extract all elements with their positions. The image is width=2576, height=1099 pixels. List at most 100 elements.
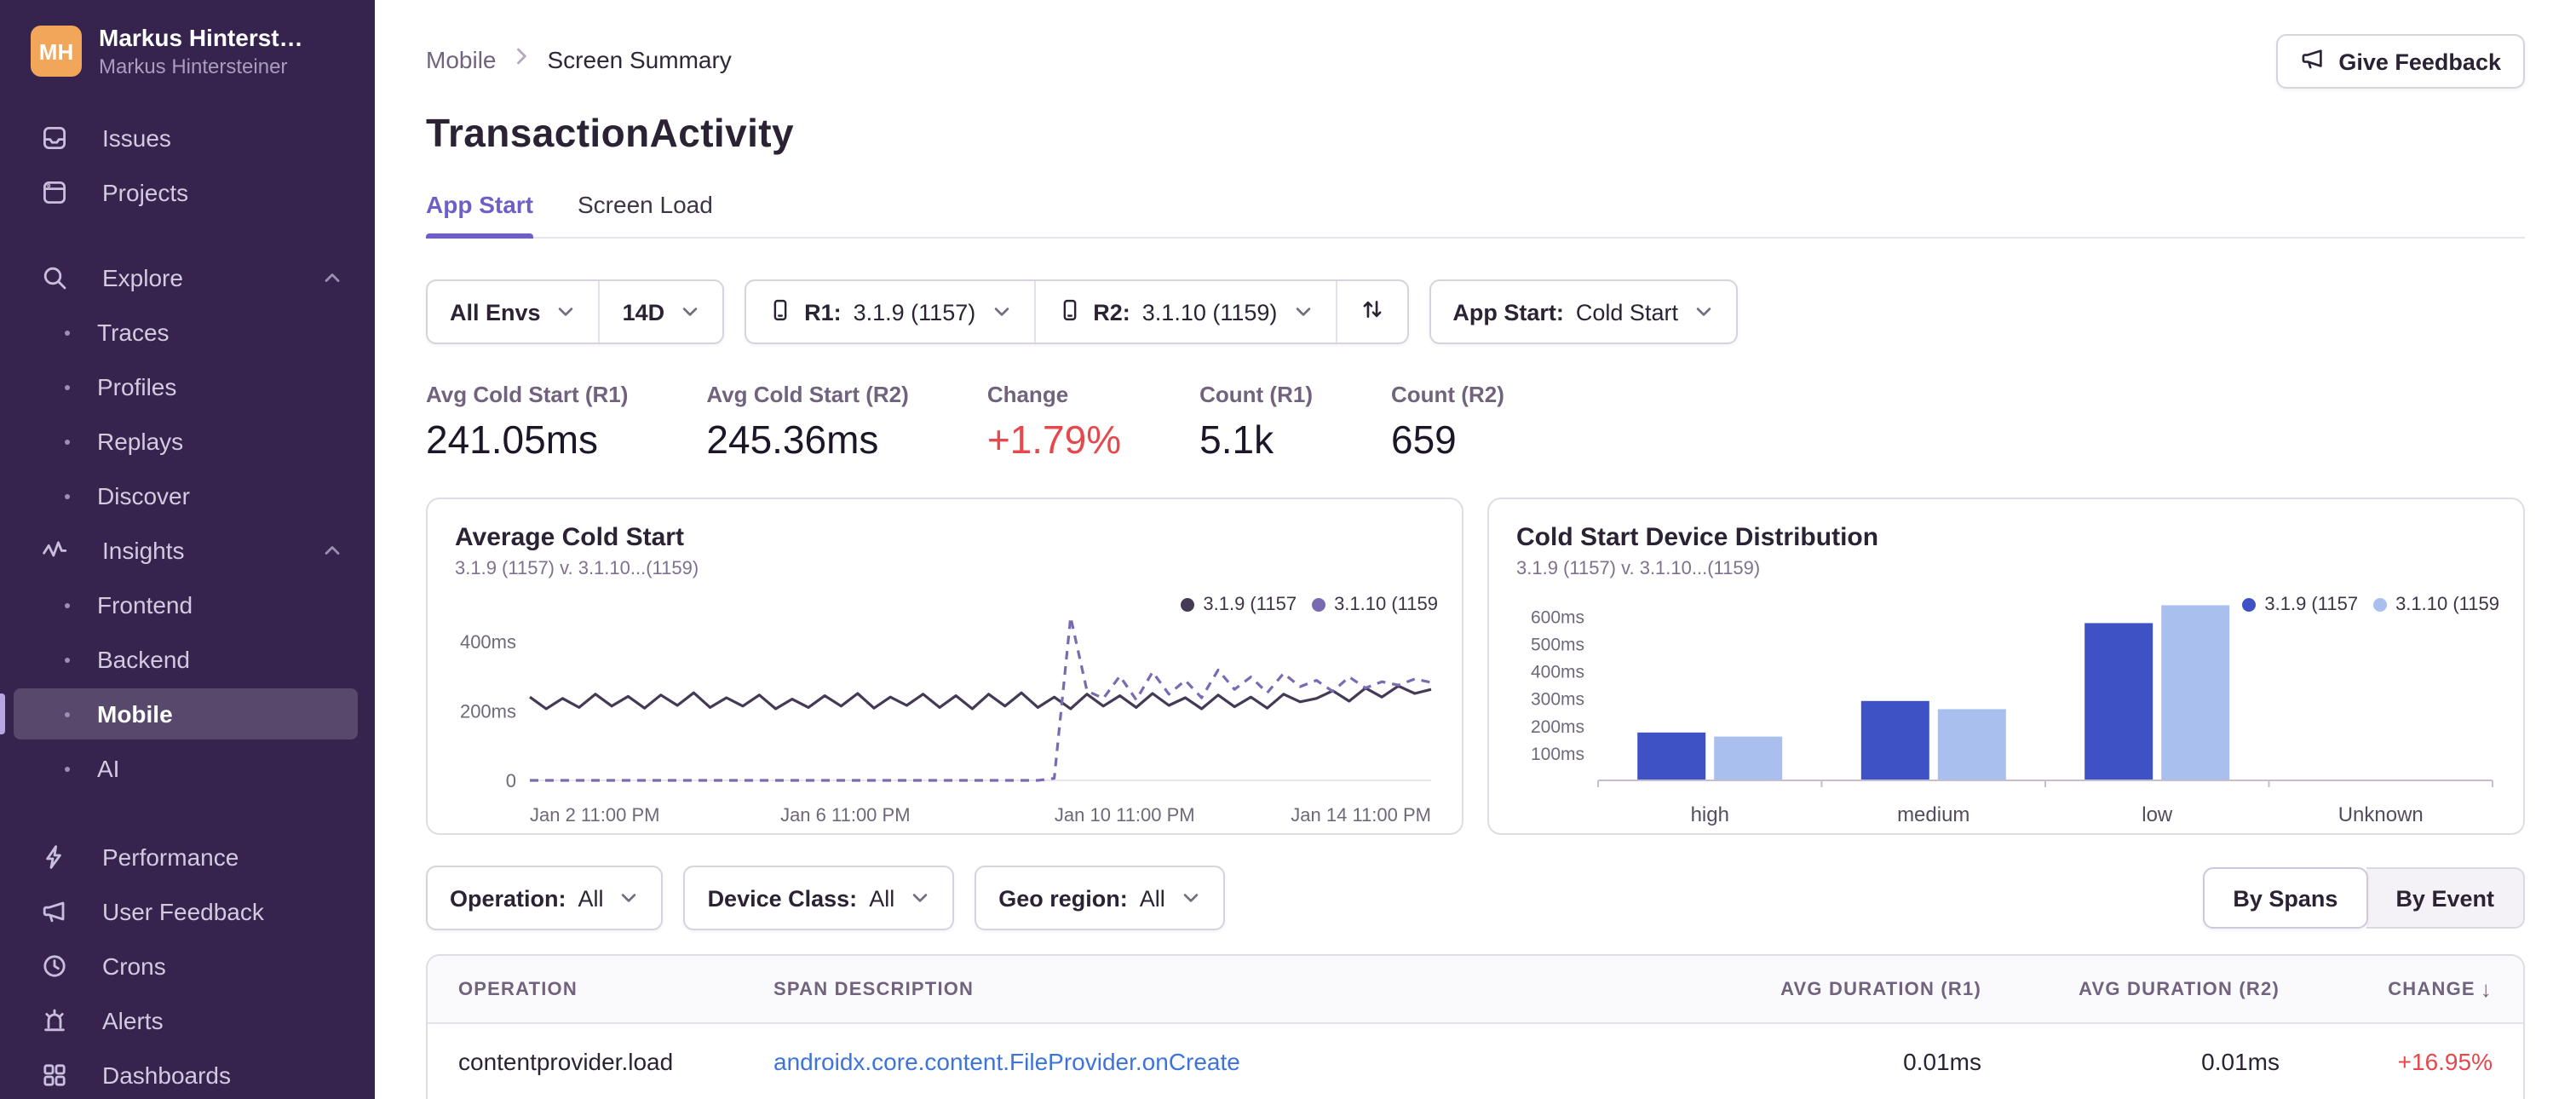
bullet-icon: [65, 439, 70, 444]
sidebar-item-replays[interactable]: Replays: [14, 416, 358, 467]
operation-value: All: [578, 885, 604, 911]
table-row[interactable]: contentprovider.load androidx.core.conte…: [428, 1024, 2523, 1099]
sidebar-item-label: Performance: [102, 843, 239, 871]
legend-label: 3.1.9 (1157: [2264, 595, 2359, 615]
legend-item[interactable]: 3.1.10 (1159: [1312, 595, 1438, 615]
sidebar-item-label: AI: [97, 755, 120, 782]
legend-dot-icon: [2373, 598, 2388, 612]
date-range-dropdown[interactable]: 14D: [598, 281, 723, 342]
org-name: Markus Hinterst…: [99, 24, 303, 51]
sidebar-item-mobile[interactable]: Mobile: [0, 688, 358, 739]
environment-value: All Envs: [450, 299, 541, 325]
performance-icon: [37, 843, 72, 871]
device-class-group: Device Class: All: [683, 866, 955, 930]
sidebar-item-projects[interactable]: Projects: [14, 167, 358, 218]
chart-title: Average Cold Start: [455, 523, 684, 552]
sidebar-item-insights[interactable]: Insights: [14, 525, 358, 576]
table-header: OPERATION SPAN DESCRIPTION AVG DURATION …: [428, 956, 2523, 1024]
sidebar-item-traces[interactable]: Traces: [14, 307, 358, 358]
charts-row: Average Cold Start 3.1.9 (1157) v. 3.1.1…: [426, 498, 2525, 835]
spans-table: OPERATION SPAN DESCRIPTION AVG DURATION …: [426, 954, 2525, 1099]
release-r2-dropdown[interactable]: R2: 3.1.10 (1159): [1033, 281, 1335, 342]
geo-region-label: Geo region:: [998, 885, 1128, 911]
sidebar-item-frontend[interactable]: Frontend: [14, 579, 358, 630]
column-avg-duration-r2[interactable]: AVG DURATION (R2): [2079, 979, 2280, 999]
legend-item[interactable]: 3.1.10 (1159: [2373, 595, 2499, 615]
sidebar-item-performance[interactable]: Performance: [14, 831, 358, 883]
sidebar-item-label: Crons: [102, 952, 166, 980]
bullet-icon: [65, 711, 70, 716]
sidebar-item-crons[interactable]: Crons: [14, 941, 358, 992]
tab-bar: App Start Screen Load: [426, 191, 2525, 239]
toggle-by-event[interactable]: By Event: [2366, 867, 2525, 929]
environment-dropdown[interactable]: All Envs: [428, 281, 599, 342]
give-feedback-button[interactable]: Give Feedback: [2275, 34, 2525, 89]
release-r1-dropdown[interactable]: R1: 3.1.9 (1157): [746, 281, 1033, 342]
chevron-up-icon: [320, 266, 344, 290]
sidebar-item-label: Explore: [102, 264, 183, 291]
breadcrumb-parent[interactable]: Mobile: [426, 45, 497, 72]
stats-row: Avg Cold Start (R1) 241.05ms Avg Cold St…: [426, 382, 2525, 463]
chart-legend: 3.1.9 (1157 3.1.10 (1159: [2242, 595, 2499, 615]
column-operation[interactable]: OPERATION: [458, 979, 773, 999]
feedback-button-label: Give Feedback: [2338, 49, 2501, 74]
stat-count-r1: Count (R1) 5.1k: [1199, 382, 1313, 463]
avatar: MH: [31, 26, 82, 77]
sidebar-item-backend[interactable]: Backend: [14, 634, 358, 685]
sidebar-item-discover[interactable]: Discover: [14, 470, 358, 521]
issues-icon: [37, 124, 72, 152]
cell-avg-duration-r1: 0.01ms: [1903, 1048, 1981, 1075]
sidebar-item-label: Traces: [97, 319, 170, 346]
device-distribution-card: Cold Start Device Distribution 3.1.9 (11…: [1487, 498, 2525, 835]
bullet-icon: [65, 602, 70, 607]
toggle-by-spans[interactable]: By Spans: [2202, 867, 2369, 929]
breadcrumb: Mobile Screen Summary: [426, 44, 732, 73]
sidebar-item-ai[interactable]: AI: [14, 743, 358, 794]
geo-region-dropdown[interactable]: Geo region: All: [976, 867, 1223, 929]
svg-text:Unknown: Unknown: [2338, 803, 2424, 826]
stat-label: Avg Cold Start (R2): [706, 382, 909, 407]
svg-text:low: low: [2142, 803, 2173, 826]
sidebar-item-label: User Feedback: [102, 898, 264, 925]
sidebar-item-dashboards[interactable]: Dashboards: [14, 1050, 358, 1099]
sidebar-item-issues[interactable]: Issues: [14, 112, 358, 164]
sort-descending-icon: ↓: [2480, 976, 2493, 1002]
stat-change: Change +1.79%: [987, 382, 1121, 463]
legend-item[interactable]: 3.1.9 (1157: [2242, 595, 2358, 615]
chevron-down-icon: [1181, 888, 1201, 908]
column-change[interactable]: CHANGE ↓: [2388, 976, 2493, 1002]
cell-avg-duration-r2: 0.01ms: [2201, 1048, 2280, 1075]
chevron-down-icon: [991, 302, 1011, 322]
column-avg-duration-r1[interactable]: AVG DURATION (R1): [1780, 979, 1981, 999]
app-start-type-label: App Start:: [1452, 299, 1564, 325]
breadcrumb-current: Screen Summary: [547, 45, 732, 72]
tab-app-start[interactable]: App Start: [426, 191, 533, 239]
chevron-down-icon: [1693, 302, 1714, 322]
sidebar-item-label: Backend: [97, 646, 190, 673]
svg-text:300ms: 300ms: [1531, 690, 1584, 710]
chart-title: Cold Start Device Distribution: [1516, 523, 1879, 552]
column-span-description[interactable]: SPAN DESCRIPTION: [773, 979, 1666, 999]
svg-text:Jan 2 11:00 PM: Jan 2 11:00 PM: [530, 804, 659, 826]
operation-dropdown[interactable]: Operation: All: [428, 867, 662, 929]
sidebar-item-user-feedback[interactable]: User Feedback: [14, 886, 358, 937]
sidebar-nav: Issues Projects Explore Traces Profiles: [0, 112, 375, 1099]
chevron-down-icon: [1292, 302, 1313, 322]
main-content: Mobile Screen Summary Give Feedback Tran…: [375, 0, 2576, 1099]
megaphone-icon: [37, 898, 72, 925]
app-start-type-dropdown[interactable]: App Start: Cold Start: [1430, 281, 1736, 342]
bullet-icon: [65, 493, 70, 498]
cell-span-description-link[interactable]: androidx.core.content.FileProvider.onCre…: [773, 1048, 1666, 1075]
svg-text:Jan 14 11:00 PM: Jan 14 11:00 PM: [1291, 804, 1431, 826]
cell-operation: contentprovider.load: [458, 1048, 674, 1075]
legend-item[interactable]: 3.1.9 (1157: [1181, 595, 1297, 615]
sidebar-item-alerts[interactable]: Alerts: [14, 995, 358, 1046]
sidebar-item-profiles[interactable]: Profiles: [14, 361, 358, 412]
sidebar-item-explore[interactable]: Explore: [14, 252, 358, 303]
tab-screen-load[interactable]: Screen Load: [578, 191, 713, 237]
device-class-dropdown[interactable]: Device Class: All: [686, 867, 953, 929]
org-switcher[interactable]: MH Markus Hinterst… Markus Hintersteiner: [0, 0, 375, 95]
bullet-icon: [65, 766, 70, 771]
feedback-megaphone-icon: [2299, 46, 2325, 77]
swap-releases-button[interactable]: [1335, 281, 1406, 342]
